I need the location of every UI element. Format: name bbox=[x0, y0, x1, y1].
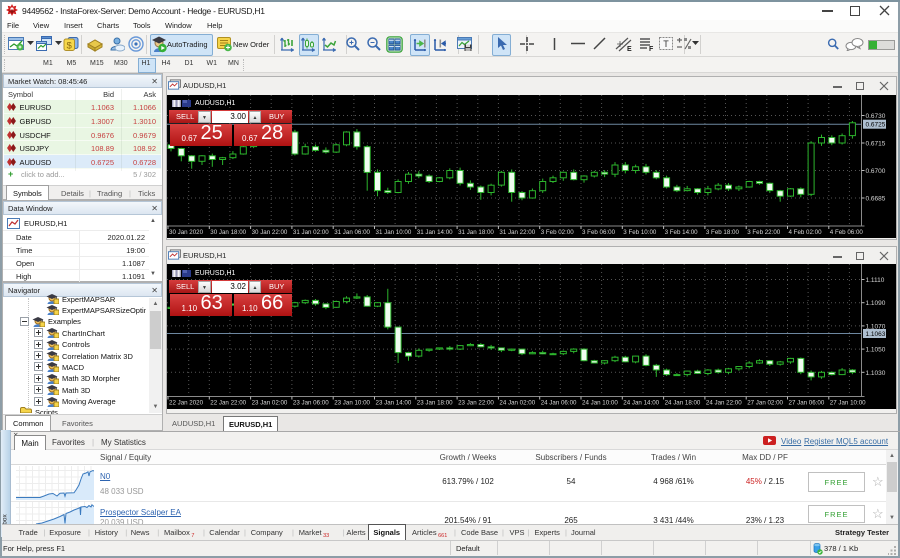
svg-text:24 Jan 06:00: 24 Jan 06:00 bbox=[541, 400, 577, 407]
svg-text:0.6700: 0.6700 bbox=[866, 168, 886, 175]
svg-text:31 Jan 18:00: 31 Jan 18:00 bbox=[458, 229, 494, 236]
svg-text:22 Jan 22:00: 22 Jan 22:00 bbox=[210, 400, 246, 407]
svg-text:1.1050: 1.1050 bbox=[866, 347, 886, 354]
svg-text:23 Jan 10:00: 23 Jan 10:00 bbox=[334, 400, 370, 407]
svg-text:F: F bbox=[649, 46, 654, 51]
svg-text:30 Jan 18:00: 30 Jan 18:00 bbox=[210, 229, 246, 236]
svg-text:23 Jan 02:00: 23 Jan 02:00 bbox=[252, 400, 288, 407]
svg-text:24 Jan 02:00: 24 Jan 02:00 bbox=[499, 400, 535, 407]
svg-text:27 Jan 02:00: 27 Jan 02:00 bbox=[747, 400, 783, 407]
svg-text:23 Jan 06:00: 23 Jan 06:00 bbox=[293, 400, 329, 407]
svg-text:24 Jan 10:00: 24 Jan 10:00 bbox=[582, 400, 618, 407]
svg-text:0.6715: 0.6715 bbox=[866, 141, 886, 148]
svg-text:31 Jan 06:00: 31 Jan 06:00 bbox=[334, 229, 370, 236]
svg-text:31 Jan 14:00: 31 Jan 14:00 bbox=[417, 229, 453, 236]
svg-text:1.1110: 1.1110 bbox=[866, 277, 885, 284]
svg-text:3 Feb 14:00: 3 Feb 14:00 bbox=[665, 229, 699, 236]
svg-text:24 Jan 14:00: 24 Jan 14:00 bbox=[623, 400, 659, 407]
svg-text:4 Feb 02:00: 4 Feb 02:00 bbox=[789, 229, 823, 236]
svg-text:E: E bbox=[627, 46, 632, 52]
svg-text:24 Jan 18:00: 24 Jan 18:00 bbox=[665, 400, 701, 407]
svg-text:22 Jan 2020: 22 Jan 2020 bbox=[169, 400, 204, 407]
svg-text:3 Feb 10:00: 3 Feb 10:00 bbox=[623, 229, 657, 236]
svg-text:$: $ bbox=[67, 41, 73, 52]
svg-text:31 Jan 22:00: 31 Jan 22:00 bbox=[499, 229, 535, 236]
svg-text:23 Jan 14:00: 23 Jan 14:00 bbox=[376, 400, 412, 407]
svg-text:27 Jan 10:00: 27 Jan 10:00 bbox=[830, 400, 866, 407]
svg-text:3 Feb 02:00: 3 Feb 02:00 bbox=[541, 229, 575, 236]
svg-text:3 Feb 22:00: 3 Feb 22:00 bbox=[747, 229, 781, 236]
svg-text:24 Jan 22:00: 24 Jan 22:00 bbox=[706, 400, 742, 407]
svg-text:3 Feb 18:00: 3 Feb 18:00 bbox=[706, 229, 740, 236]
svg-text:30 Jan 22:00: 30 Jan 22:00 bbox=[252, 229, 288, 236]
svg-text:T: T bbox=[663, 39, 669, 49]
svg-text:30 Jan 2020: 30 Jan 2020 bbox=[169, 229, 204, 236]
svg-text:1.1063: 1.1063 bbox=[866, 331, 886, 338]
svg-text:23 Jan 22:00: 23 Jan 22:00 bbox=[458, 400, 494, 407]
svg-text:27 Jan 06:00: 27 Jan 06:00 bbox=[789, 400, 825, 407]
svg-text:31 Jan 10:00: 31 Jan 10:00 bbox=[376, 229, 412, 236]
svg-text:0.6730: 0.6730 bbox=[866, 113, 886, 120]
svg-text:0.6725: 0.6725 bbox=[866, 122, 886, 129]
svg-text:1.1090: 1.1090 bbox=[866, 300, 886, 307]
svg-text:31 Jan 02:00: 31 Jan 02:00 bbox=[293, 229, 329, 236]
svg-text:23 Jan 18:00: 23 Jan 18:00 bbox=[417, 400, 453, 407]
svg-text:4 Feb 06:00: 4 Feb 06:00 bbox=[830, 229, 864, 236]
svg-text:1.1030: 1.1030 bbox=[866, 370, 886, 377]
svg-text:0.6685: 0.6685 bbox=[866, 196, 886, 203]
svg-text:3 Feb 06:00: 3 Feb 06:00 bbox=[582, 229, 616, 236]
